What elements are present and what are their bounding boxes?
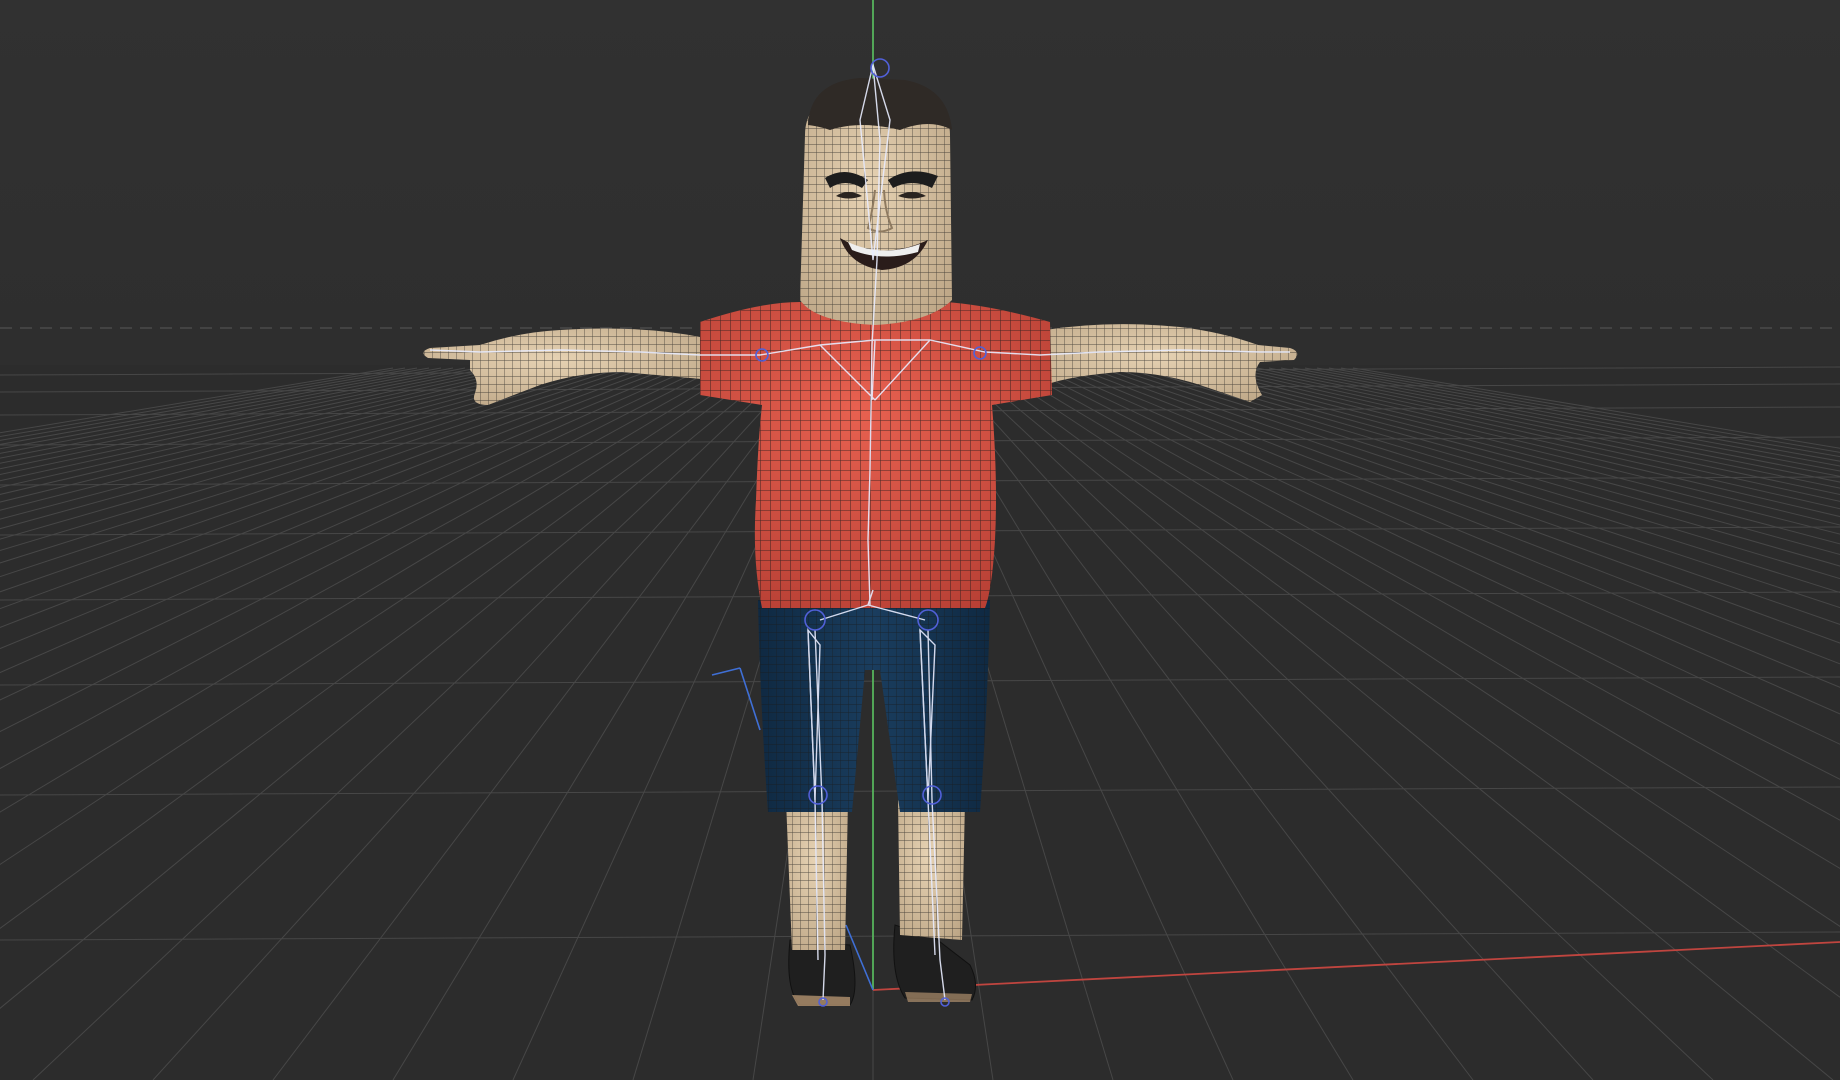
- 3d-viewport[interactable]: [0, 0, 1840, 1080]
- viewport-scene[interactable]: [0, 0, 1840, 1080]
